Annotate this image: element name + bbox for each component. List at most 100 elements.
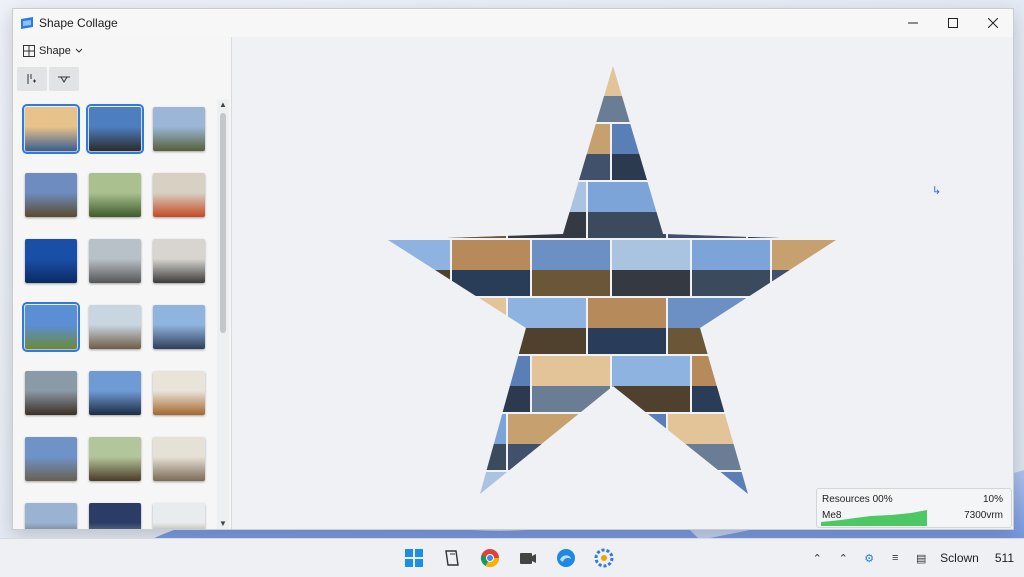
collage-photo-ground bbox=[668, 96, 746, 122]
collage-photo-ground bbox=[388, 386, 450, 412]
collage-photo-ground bbox=[532, 154, 610, 180]
photo-thumbnail[interactable] bbox=[153, 503, 205, 529]
photo-thumbnail[interactable] bbox=[25, 503, 77, 529]
photo-thumbnail[interactable] bbox=[86, 104, 144, 154]
start-button[interactable] bbox=[400, 544, 428, 572]
collage-photo-ground bbox=[388, 212, 426, 238]
menu-icon[interactable]: ≡ bbox=[888, 551, 902, 565]
chevron-down-icon bbox=[75, 48, 83, 53]
title-bar[interactable]: Shape Collage bbox=[13, 9, 1013, 37]
collage-photo-tile bbox=[828, 182, 836, 238]
photo-thumbnail[interactable] bbox=[153, 173, 205, 217]
taskbar-files-app[interactable] bbox=[438, 544, 466, 572]
photo-thumbnail[interactable] bbox=[153, 107, 205, 151]
network-icon[interactable]: ⚙ bbox=[862, 551, 876, 565]
collage-photo-tile bbox=[748, 414, 826, 470]
collage-photo-tile bbox=[828, 414, 836, 470]
minimize-icon bbox=[908, 22, 918, 24]
collage-photo-tile bbox=[692, 472, 770, 494]
collage-photo-ground bbox=[532, 386, 610, 412]
photo-thumbnail[interactable] bbox=[153, 371, 205, 415]
collage-photo-ground bbox=[692, 154, 770, 180]
scrollbar-thumb[interactable] bbox=[220, 113, 226, 333]
grid-icon bbox=[23, 45, 35, 57]
photo-thumbnail[interactable] bbox=[89, 305, 141, 349]
notification-icon[interactable]: ▤ bbox=[914, 551, 928, 565]
resources-value: 10% bbox=[982, 494, 1003, 505]
collage-photo-tile bbox=[388, 240, 450, 296]
scroll-down-icon[interactable]: ▼ bbox=[219, 519, 227, 528]
photo-thumbnail[interactable] bbox=[25, 437, 77, 481]
collage-photo-ground bbox=[828, 212, 836, 238]
collage-photo-ground bbox=[692, 386, 770, 412]
photo-thumbnail[interactable] bbox=[89, 371, 141, 415]
show-hidden-icons-icon[interactable]: ⌃ bbox=[836, 551, 850, 565]
photo-thumbnail[interactable] bbox=[89, 437, 141, 481]
photo-thumbnail[interactable] bbox=[89, 173, 141, 217]
taskbar-camera-app[interactable] bbox=[514, 544, 542, 572]
collage-photo-ground bbox=[588, 328, 666, 354]
app-logo-icon bbox=[21, 17, 33, 29]
memory-value: 7300vrm bbox=[964, 510, 1003, 521]
collage-photo-ground bbox=[748, 212, 826, 238]
collage-photo-tile bbox=[588, 414, 666, 470]
collage-photo-ground bbox=[668, 328, 746, 354]
collage-photo-ground bbox=[668, 444, 746, 470]
shape-dropdown[interactable]: Shape bbox=[19, 40, 97, 62]
collage-photo-tile bbox=[388, 356, 450, 412]
collage-photo-ground bbox=[388, 444, 426, 470]
scroll-up-icon[interactable]: ▲ bbox=[219, 100, 227, 109]
collage-photo-tile bbox=[748, 66, 826, 122]
collage-photo-ground bbox=[828, 96, 836, 122]
photo-thumbnail[interactable] bbox=[89, 239, 141, 283]
collage-photo-ground bbox=[388, 270, 450, 296]
collage-photo-tile bbox=[668, 66, 746, 122]
collage-photo-ground bbox=[428, 328, 506, 354]
photo-thumbnail[interactable] bbox=[25, 371, 77, 415]
close-button[interactable] bbox=[973, 9, 1013, 37]
collage-photo-ground bbox=[772, 154, 836, 180]
collage-photo-tile bbox=[748, 298, 826, 354]
thumbnail-scrollbar[interactable]: ▲ ▼ bbox=[217, 99, 229, 529]
star-collage[interactable] bbox=[388, 66, 838, 496]
collage-photo-tile bbox=[772, 124, 836, 180]
collage-photo-ground bbox=[452, 154, 530, 180]
collage-photo-ground bbox=[692, 270, 770, 296]
photo-thumbnail[interactable] bbox=[153, 239, 205, 283]
collage-photo-ground bbox=[508, 212, 586, 238]
photo-thumbnail[interactable] bbox=[25, 239, 77, 283]
remove-photos-button[interactable] bbox=[49, 67, 79, 91]
collage-photo-tile bbox=[388, 298, 426, 354]
maximize-button[interactable] bbox=[933, 9, 973, 37]
collage-photo-ground bbox=[428, 444, 506, 470]
collage-photo-ground bbox=[828, 444, 836, 470]
collage-photo-ground bbox=[588, 444, 666, 470]
photo-thumbnail[interactable] bbox=[89, 503, 141, 529]
collage-photo-ground bbox=[588, 96, 666, 122]
collage-photo-ground bbox=[828, 328, 836, 354]
photo-thumbnail[interactable] bbox=[153, 437, 205, 481]
collage-photo-tile bbox=[532, 472, 610, 494]
collage-photo-ground bbox=[748, 444, 826, 470]
collage-photo-ground bbox=[612, 154, 690, 180]
chevron-up-icon[interactable]: ⌃ bbox=[810, 551, 824, 565]
collage-photo-ground bbox=[388, 328, 426, 354]
photo-thumbnail[interactable] bbox=[25, 173, 77, 217]
photo-thumbnail[interactable] bbox=[22, 302, 80, 352]
filter-icon bbox=[58, 76, 70, 83]
clock[interactable]: 511 bbox=[995, 551, 1014, 565]
add-photos-button[interactable] bbox=[17, 67, 47, 91]
taskbar-chrome-app[interactable] bbox=[476, 544, 504, 572]
chrome-icon bbox=[480, 549, 499, 568]
collage-photo-ground bbox=[452, 386, 530, 412]
collage-photo-tile bbox=[388, 472, 450, 494]
minimize-button[interactable] bbox=[893, 9, 933, 37]
photo-thumbnail[interactable] bbox=[22, 104, 80, 154]
resources-label: Resources 00% bbox=[822, 494, 893, 505]
collage-photo-tile bbox=[388, 182, 426, 238]
taskbar-settings-app[interactable] bbox=[590, 544, 618, 572]
taskbar-edge-app[interactable] bbox=[552, 544, 580, 572]
photo-thumbnail[interactable] bbox=[153, 305, 205, 349]
collage-photo-ground bbox=[588, 212, 666, 238]
collage-photo-ground bbox=[612, 386, 690, 412]
